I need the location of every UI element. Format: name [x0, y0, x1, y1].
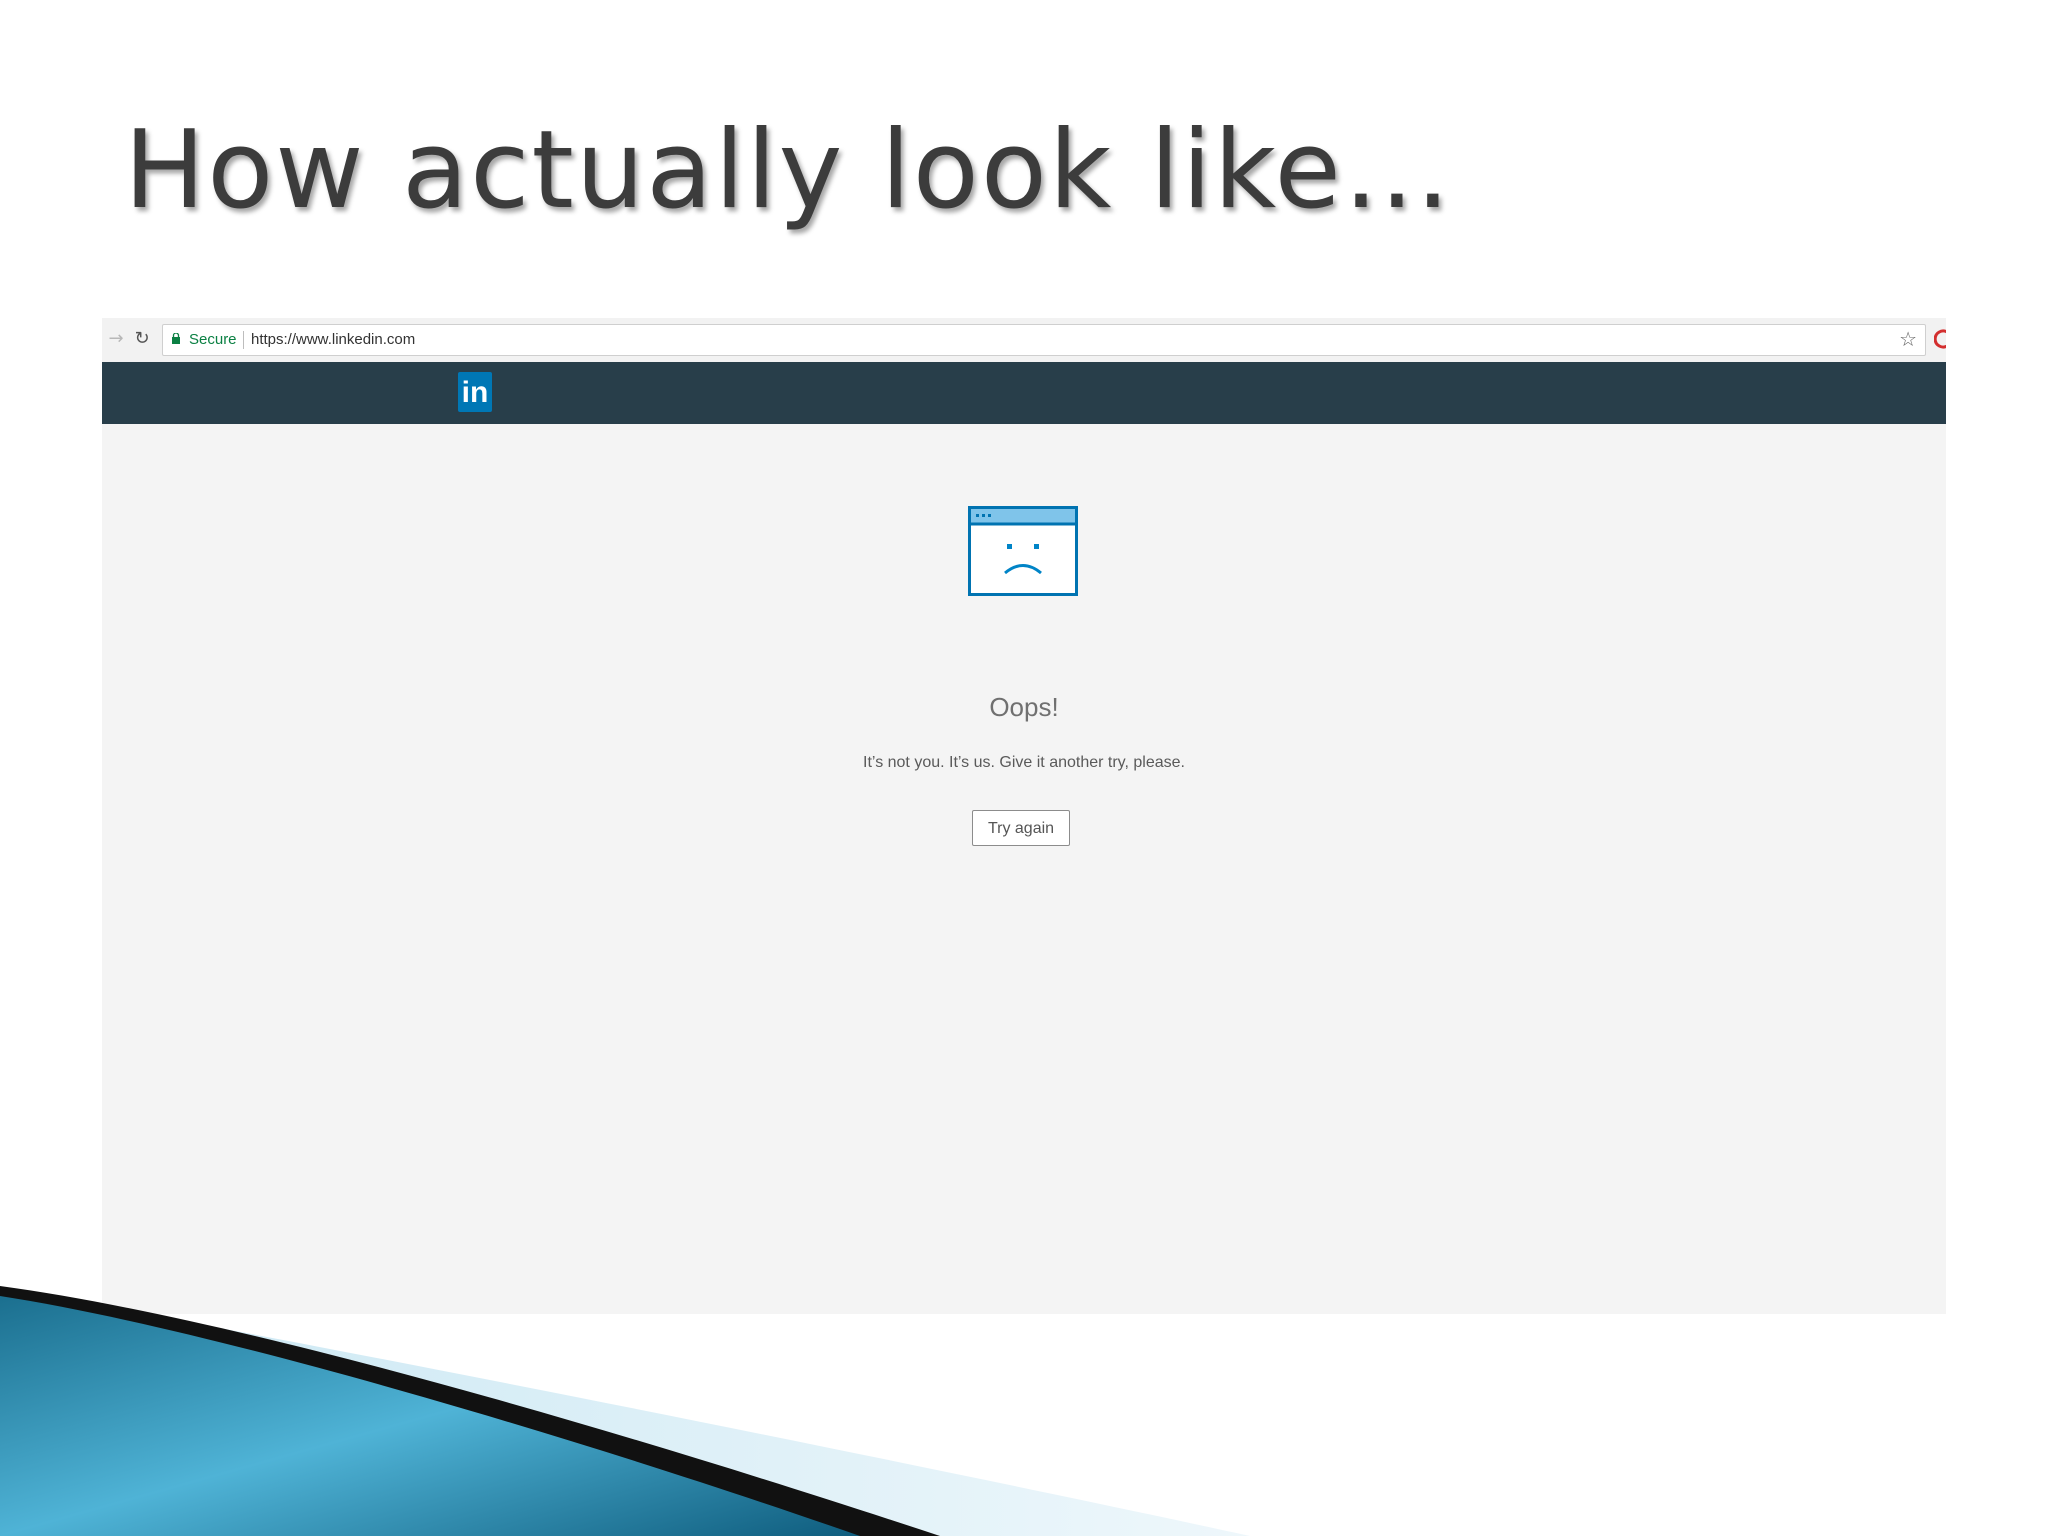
- secure-label: Secure: [189, 331, 237, 348]
- extension-icon[interactable]: [1934, 328, 1946, 350]
- site-header: in: [102, 362, 1946, 424]
- address-divider: [243, 331, 244, 349]
- sad-browser-window-icon: [968, 506, 1078, 596]
- decorative-swoosh: [0, 1286, 1250, 1536]
- error-message: It’s not you. It’s us. Give it another t…: [863, 754, 1185, 771]
- bookmark-star-icon[interactable]: ☆: [1899, 328, 1917, 350]
- reload-icon[interactable]: ↻: [130, 326, 154, 352]
- presentation-slide: How actually look like… → ↻ Secure https…: [0, 0, 2048, 1536]
- embedded-browser-screenshot: → ↻ Secure https://www.linkedin.com ☆ in: [102, 318, 1946, 1314]
- linkedin-logo[interactable]: in: [458, 372, 492, 412]
- error-heading: Oops!: [989, 692, 1059, 722]
- address-bar[interactable]: Secure https://www.linkedin.com ☆: [162, 324, 1926, 356]
- browser-toolbar: → ↻ Secure https://www.linkedin.com ☆: [102, 318, 1946, 363]
- slide-title: How actually look like…: [124, 108, 1453, 233]
- linkedin-logo-text: in: [461, 376, 489, 409]
- lock-icon: [172, 333, 180, 344]
- url-text[interactable]: https://www.linkedin.com: [251, 331, 415, 349]
- forward-arrow-icon[interactable]: →: [104, 326, 128, 352]
- try-again-button[interactable]: Try again: [972, 810, 1070, 846]
